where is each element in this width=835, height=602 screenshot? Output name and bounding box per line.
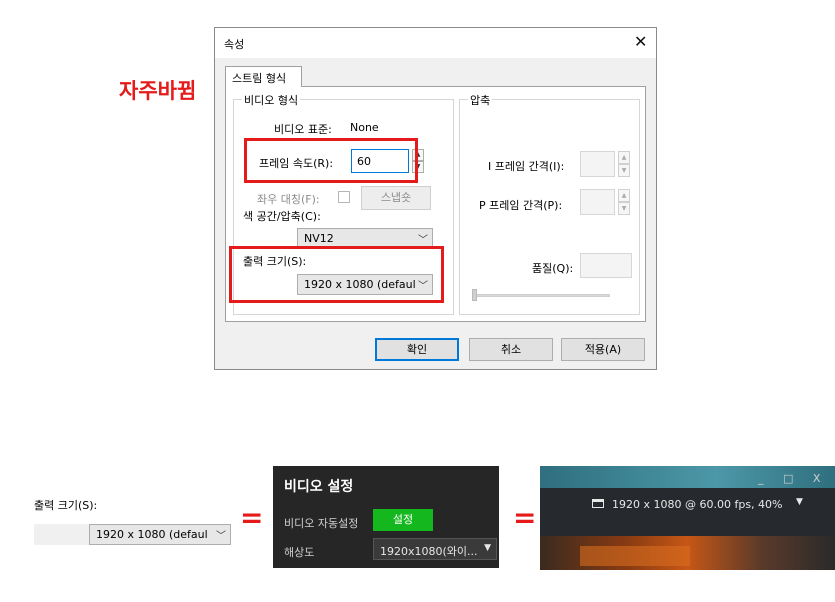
dialog-title: 속성 — [224, 38, 245, 51]
video-settings-title: 비디오 설정 — [284, 479, 354, 495]
output-size-crop: 출력 크기(S): 1920 x 1080 (defaul ﹀ — [34, 491, 231, 545]
window-controls[interactable]: _ □ X — [758, 472, 828, 485]
compression-group: 압축 I 프레임 간격(I): ▲ ▼ P 프레임 간격(P): ▲ ▼ 품질(… — [459, 92, 640, 315]
quality-input[interactable] — [580, 253, 632, 278]
flip-checkbox[interactable] — [338, 191, 350, 203]
compression-group-title: 압축 — [468, 92, 493, 108]
quality-slider-handle[interactable] — [472, 289, 477, 301]
pframe-down-button[interactable]: ▼ — [618, 202, 630, 215]
iframe-up-button[interactable]: ▲ — [618, 151, 630, 164]
dropdown-arrow-icon[interactable]: ▼ — [796, 497, 803, 507]
video-standard-label: 비디오 표준: — [274, 123, 332, 136]
properties-dialog: 속성 ✕ 스트림 형식 비디오 형식 비디오 표준: None 프레임 속도(R… — [214, 27, 657, 370]
chevron-down-icon: ﹀ — [216, 531, 226, 542]
apply-button[interactable]: 적용(A) — [561, 338, 645, 361]
video-auto-setting-label: 비디오 자동설정 — [284, 517, 359, 530]
output-size-highlight-box — [229, 246, 444, 303]
iframe-interval-input[interactable] — [580, 151, 615, 177]
chevron-down-icon: ﹀ — [418, 235, 428, 246]
ok-button[interactable]: 확인 — [375, 338, 459, 361]
crop-output-select[interactable]: 1920 x 1080 (defaul ﹀ — [89, 524, 231, 545]
equals-sign-right: = — [513, 501, 537, 534]
dialog-titlebar: 속성 ✕ — [215, 28, 656, 58]
chevron-down-icon: ▼ — [484, 543, 491, 553]
stream-window-crop: _ □ X 1920 x 1080 @ 60.00 fps, 40% ▼ — [540, 466, 835, 570]
auto-setting-button[interactable]: 설정 — [373, 509, 433, 531]
quality-label: 품질(Q): — [532, 262, 574, 275]
video-standard-value: None — [350, 121, 379, 134]
colorspace-label: 색 공간/압축(C): — [243, 210, 321, 223]
iframe-down-button[interactable]: ▼ — [618, 164, 630, 177]
tab-stream-format[interactable]: 스트림 형식 — [225, 66, 302, 87]
flip-label: 좌우 대칭(F): — [257, 193, 320, 206]
framerate-highlight-box — [244, 138, 418, 183]
monitor-icon — [592, 499, 604, 508]
snapshot-button[interactable]: 스냅숏 — [361, 186, 431, 210]
resolution-label: 해상도 — [284, 546, 315, 559]
resolution-select[interactable]: 1920x1080(와이... ▼ — [373, 538, 497, 560]
tab-label: 스트림 형식 — [232, 72, 287, 85]
crop-output-label: 출력 크기(S): — [34, 499, 98, 512]
pframe-up-button[interactable]: ▲ — [618, 189, 630, 202]
iframe-interval-label: I 프레임 간격(I): — [488, 160, 565, 173]
pframe-interval-input[interactable] — [580, 189, 615, 215]
crop-output-field: 1920 x 1080 (defaul ﹀ — [34, 524, 231, 545]
game-artwork-detail — [580, 546, 690, 566]
pframe-interval-label: P 프레임 간격(P): — [479, 199, 563, 212]
stream-info-text: 1920 x 1080 @ 60.00 fps, 40% — [612, 498, 783, 511]
quality-slider-track — [472, 294, 610, 297]
equals-sign-left: = — [240, 501, 264, 534]
video-settings-panel: 비디오 설정 비디오 자동설정 설정 해상도 1920x1080(와이... ▼ — [273, 466, 499, 568]
close-icon[interactable]: ✕ — [634, 32, 647, 52]
video-format-group-title: 비디오 형식 — [242, 92, 301, 108]
cancel-button[interactable]: 취소 — [469, 338, 553, 361]
frequently-changes-annotation: 자주바뀜 — [119, 79, 197, 103]
